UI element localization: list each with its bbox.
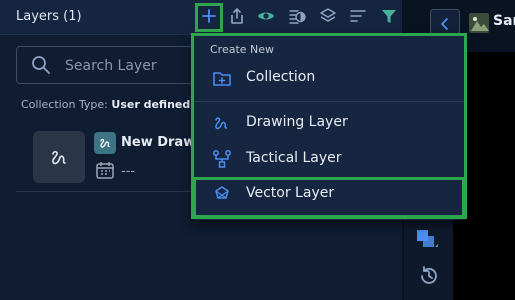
layers-icon[interactable]	[317, 5, 339, 27]
chevron-left-icon	[441, 18, 448, 30]
eye-icon[interactable]	[255, 5, 277, 27]
drawing-icon	[215, 117, 228, 130]
menu-item-label: Tactical Layer	[246, 150, 342, 166]
menu-item-collection[interactable]: Collection	[193, 61, 465, 95]
menu-item-label: Drawing Layer	[246, 114, 348, 130]
menu-item-label: Vector Layer	[246, 185, 335, 201]
sort-icon[interactable]	[347, 5, 369, 27]
layer-type-badge	[94, 132, 116, 154]
drawing-icon	[100, 138, 110, 148]
highlight-add-button	[195, 3, 223, 32]
menu-item-vector-layer[interactable]: Vector Layer	[193, 177, 465, 211]
panel-title: Layers (1)	[16, 9, 82, 24]
overlay-icon[interactable]	[415, 227, 439, 251]
layer-date: ---	[121, 164, 136, 179]
menu-item-tactical-layer[interactable]: Tactical Layer	[193, 142, 465, 176]
menu-divider	[193, 101, 465, 102]
menu-item-drawing-layer[interactable]: Drawing Layer	[193, 106, 465, 140]
layer-thumbnail[interactable]	[33, 131, 85, 183]
collection-type: Collection Type: User defined	[21, 98, 190, 111]
document-thumbnail	[469, 13, 489, 33]
search-icon	[32, 56, 50, 74]
share-icon[interactable]	[226, 5, 248, 27]
collection-type-value: User defined	[111, 98, 191, 111]
filter-icon[interactable]	[378, 5, 400, 27]
drawing-icon	[52, 150, 66, 165]
tactical-icon	[213, 150, 231, 168]
menu-header: Create New	[210, 43, 275, 56]
menu-item-label: Collection	[246, 69, 316, 85]
document-title: Sam	[493, 13, 515, 29]
contrast-icon[interactable]	[286, 5, 308, 27]
history-icon[interactable]	[418, 265, 440, 287]
collection-type-label: Collection Type:	[21, 98, 108, 111]
calendar-icon	[96, 162, 114, 179]
folder-add-icon	[213, 72, 231, 86]
vector-icon	[215, 186, 229, 199]
